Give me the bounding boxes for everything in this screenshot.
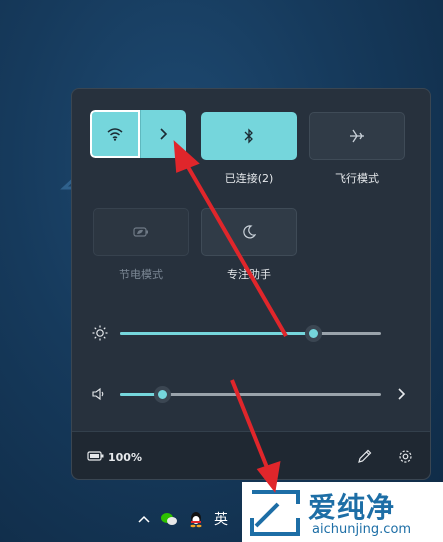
volume-thumb[interactable]	[154, 386, 171, 403]
battery-saver-tile[interactable]	[93, 208, 189, 256]
volume-slider[interactable]	[90, 382, 412, 406]
airplane-mode-label: 飞行模式	[335, 172, 379, 185]
bluetooth-tile[interactable]	[201, 112, 297, 160]
brand-url: aichunjing.com	[312, 522, 412, 537]
chevron-right-icon	[160, 128, 168, 140]
bluetooth-icon	[244, 128, 253, 144]
pencil-icon[interactable]	[357, 449, 372, 464]
brightness-thumb[interactable]	[305, 325, 322, 342]
leaf-icon	[133, 227, 148, 237]
volume-output-chevron-icon[interactable]	[396, 388, 406, 400]
moon-icon	[243, 225, 256, 239]
brand-logo-icon	[250, 490, 300, 536]
wifi-toggle-button[interactable]	[90, 110, 140, 158]
brightness-fill	[120, 332, 313, 335]
battery-percentage: 100%	[108, 451, 142, 464]
wifi-tile	[90, 110, 186, 158]
wechat-icon[interactable]	[160, 511, 178, 527]
wifi-expand-button[interactable]	[139, 110, 186, 158]
gear-icon[interactable]	[398, 449, 413, 464]
bluetooth-label: 已连接(2)	[224, 172, 274, 185]
input-language-indicator[interactable]: 英	[214, 509, 228, 529]
battery-saver-label: 节电模式	[119, 268, 163, 281]
airplane-mode-tile[interactable]	[309, 112, 405, 160]
brand-name: 爱纯净	[308, 491, 396, 524]
wifi-icon	[107, 128, 123, 141]
system-tray: 英	[138, 506, 228, 532]
focus-assist-tile[interactable]	[201, 208, 297, 256]
focus-assist-label: 专注助手	[227, 268, 271, 281]
qq-icon[interactable]	[188, 510, 204, 528]
chevron-up-icon[interactable]	[138, 515, 150, 523]
brightness-slider[interactable]	[90, 321, 412, 345]
airplane-icon	[350, 129, 364, 143]
brand-watermark: 爱纯净 aichunjing.com	[242, 482, 443, 542]
battery-icon	[87, 451, 104, 461]
